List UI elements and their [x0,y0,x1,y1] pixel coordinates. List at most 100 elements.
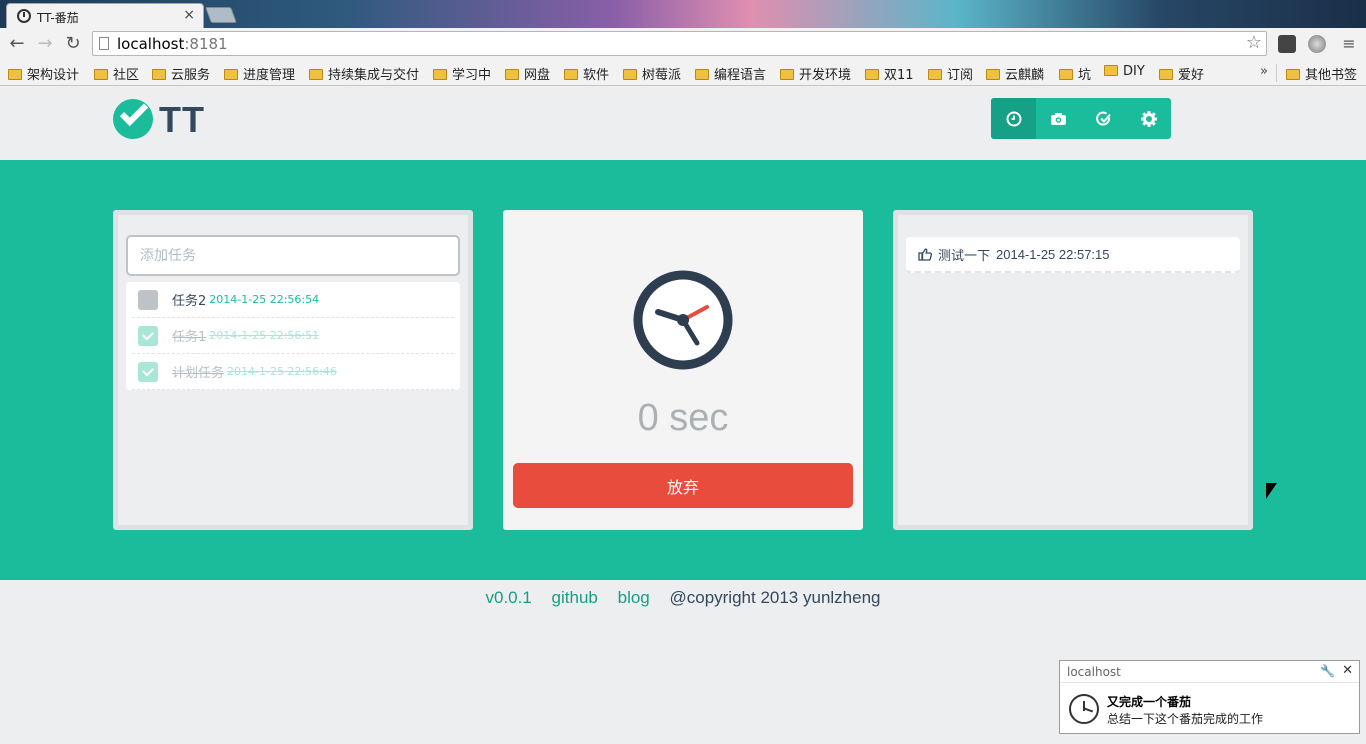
url-text: localhost:8181 [117,35,228,53]
notification-header: localhost 🔧 ✕ [1060,661,1359,683]
give-up-button[interactable]: 放弃 [513,463,853,508]
bookmark-folder[interactable]: 软件 [564,64,609,83]
task-item: 任务2 2014-1-25 22:56:54 [132,282,454,318]
task-name: 任务2 [172,294,207,309]
globe-extension-icon[interactable] [1308,35,1326,53]
folder-icon [94,69,108,80]
log-panel: 测试一下 2014-1-25 22:57:15 [893,210,1253,530]
other-bookmarks-folder[interactable]: 其他书签 [1286,64,1357,83]
logo-text: TT [159,99,205,140]
clock-icon [633,270,733,370]
notification-origin: localhost [1067,665,1121,679]
notification-body: 总结一下这个番茄完成的工作 [1107,712,1264,726]
bookmark-folder[interactable]: 爱好 [1159,64,1204,83]
folder-icon [8,69,22,80]
back-arrow-icon[interactable]: ← [6,33,28,55]
bookmark-folder[interactable]: 云服务 [152,64,210,83]
forward-arrow-icon[interactable]: → [34,33,56,55]
menu-icon[interactable]: ≡ [1338,33,1360,55]
notification-title: 又完成一个番茄 [1107,695,1192,709]
address-bar[interactable]: localhost:8181 ☆ [92,31,1267,56]
new-tab-button[interactable] [205,7,237,23]
bookmarks-bar: 架构设计 社区 云服务 进度管理 持续集成与交付 学习中 网盘 软件 树莓派 编… [0,60,1366,86]
folder-icon [780,69,794,80]
task-checkbox[interactable] [138,361,158,382]
bookmark-folder[interactable]: 订阅 [928,64,973,83]
evernote-extension-icon[interactable] [1278,35,1296,53]
task-checkbox[interactable] [138,325,158,346]
copyright-text: @copyright 2013 yunlzheng [669,588,881,607]
task-item: 计划任务 2014-1-25 22:56:46 [132,354,454,390]
bookmark-folder[interactable]: 双11 [865,64,914,83]
reload-icon[interactable]: ↻ [62,33,84,55]
app-header: TT [0,87,1366,160]
wrench-icon[interactable]: 🔧 [1320,664,1335,678]
clock-favicon-icon [17,9,31,23]
folder-icon [433,69,447,80]
desktop-notification[interactable]: localhost 🔧 ✕ 又完成一个番茄 总结一下这个番茄完成的工作 [1059,660,1360,734]
timer-panel: 0 sec 放弃 [503,210,863,530]
browser-toolbar: ← → ↻ localhost:8181 ☆ ≡ [0,28,1366,60]
bookmark-folder[interactable]: 云麒麟 [986,64,1044,83]
task-time: 2014-1-25 22:56:51 [209,329,320,342]
log-item: 测试一下 2014-1-25 22:57:15 [906,237,1240,273]
thumbs-up-icon [918,247,932,261]
log-text: 测试一下 [938,248,991,264]
nav-settings[interactable] [1126,98,1171,139]
bookmarks-divider [1276,64,1277,82]
folder-icon [505,69,519,80]
folder-icon [224,69,238,80]
mouse-cursor-icon [1266,483,1277,499]
bookmark-star-icon[interactable]: ☆ [1246,32,1262,53]
bookmark-folder[interactable]: 编程语言 [695,64,766,83]
folder-icon [623,69,637,80]
task-checkbox[interactable] [138,289,158,310]
bookmark-folder[interactable]: DIY [1104,64,1145,79]
github-link[interactable]: github [552,588,598,607]
task-item: 任务1 2014-1-25 22:56:51 [132,318,454,354]
add-task-input[interactable] [126,235,460,276]
logo-check-circle-icon [113,97,153,139]
folder-icon [928,69,942,80]
bookmark-folder[interactable]: 树莓派 [623,64,681,83]
blog-link[interactable]: blog [618,588,650,607]
nav-timer[interactable] [991,98,1036,139]
folder-icon [1286,69,1300,80]
folder-icon [865,69,879,80]
bookmark-folder[interactable]: 架构设计 [8,64,79,83]
bookmark-folder[interactable]: 开发环境 [780,64,851,83]
tab-close-icon[interactable]: × [183,7,195,23]
bookmark-folder[interactable]: 网盘 [505,64,550,83]
browser-tab[interactable]: TT-番茄 × [6,3,204,28]
folder-icon [152,69,166,80]
browser-tabstrip: TT-番茄 × [0,0,1366,28]
bookmark-folder[interactable]: 坑 [1059,64,1091,83]
version-link[interactable]: v0.0.1 [486,588,532,607]
folder-icon [1059,69,1073,80]
clock-icon [1069,694,1099,724]
bookmarks-overflow-button[interactable]: » [1260,64,1268,79]
folder-icon [1159,69,1173,80]
folder-icon [309,69,323,80]
close-icon[interactable]: ✕ [1342,663,1353,678]
folder-icon [564,69,578,80]
camera-icon [1051,112,1066,125]
page-footer: v0.0.1 github blog @copyright 2013 yunlz… [0,588,1366,608]
task-time: 2014-1-25 22:56:54 [209,293,320,306]
folder-icon [1104,65,1118,76]
tab-title: TT-番茄 [37,11,79,25]
tasks-panel: 任务2 2014-1-25 22:56:54 任务1 2014-1-25 22:… [113,210,473,530]
bookmark-folder[interactable]: 社区 [94,64,139,83]
bookmark-folder[interactable]: 学习中 [433,64,491,83]
nav-snapshot[interactable] [1036,98,1081,139]
page-icon [99,37,109,50]
folder-icon [986,69,1000,80]
task-name: 任务1 [172,330,207,345]
gear-icon [1140,110,1157,127]
log-time: 2014-1-25 22:57:15 [996,246,1110,262]
bookmark-folder[interactable]: 持续集成与交付 [309,64,419,83]
task-list: 任务2 2014-1-25 22:56:54 任务1 2014-1-25 22:… [126,282,460,390]
nav-tasks[interactable] [1081,98,1126,139]
clock-icon [1006,111,1021,126]
bookmark-folder[interactable]: 进度管理 [224,64,295,83]
